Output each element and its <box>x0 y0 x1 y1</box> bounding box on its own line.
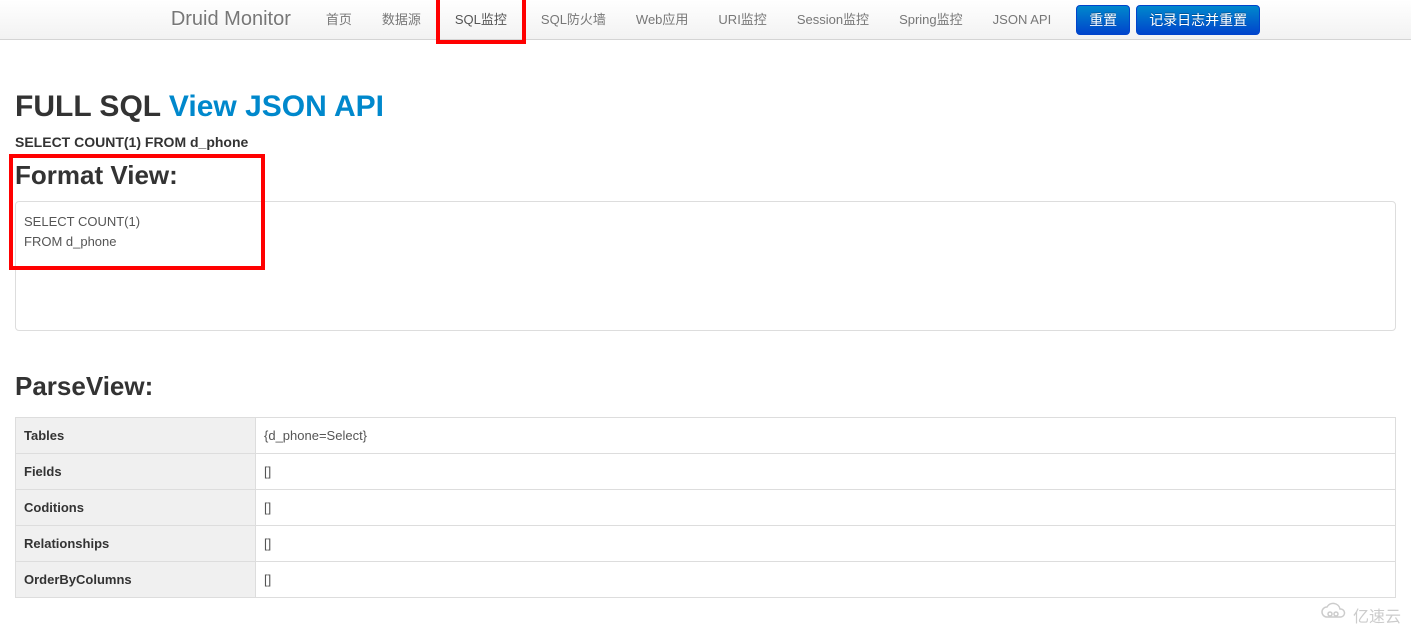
navbar: Druid Monitor 首页 数据源 SQL监控 SQL防火墙 Web应用 … <box>0 0 1411 40</box>
nav-item-spring-monitor[interactable]: Spring监控 <box>884 0 978 44</box>
table-row: Relationships [] <box>16 526 1396 562</box>
main-container: FULL SQL View JSON API SELECT COUNT(1) F… <box>0 40 1411 618</box>
full-sql-heading: FULL SQL View JSON API <box>15 90 1396 124</box>
nav-item-session-monitor[interactable]: Session监控 <box>782 0 884 44</box>
cloud-icon <box>1319 602 1349 627</box>
nav-list: 首页 数据源 SQL监控 SQL防火墙 Web应用 URI监控 Session监… <box>311 0 1066 44</box>
nav-item-sql-monitor[interactable]: SQL监控 <box>436 0 526 44</box>
nav-item-uri-monitor[interactable]: URI监控 <box>703 0 781 44</box>
reset-button[interactable]: 重置 <box>1076 5 1130 35</box>
full-sql-title: FULL SQL <box>15 90 169 123</box>
brand[interactable]: Druid Monitor <box>151 8 311 31</box>
row-value-relationships: [] <box>256 526 1396 562</box>
nav-item-datasource[interactable]: 数据源 <box>367 0 436 44</box>
nav-item-json-api[interactable]: JSON API <box>978 0 1067 44</box>
row-label-orderby: OrderByColumns <box>16 562 256 598</box>
row-value-orderby: [] <box>256 562 1396 598</box>
nav-item-home[interactable]: 首页 <box>311 0 367 44</box>
watermark: 亿速云 <box>1319 602 1401 627</box>
row-value-tables: {d_phone=Select} <box>256 418 1396 454</box>
nav-item-sql-firewall[interactable]: SQL防火墙 <box>526 0 621 44</box>
view-json-api-link[interactable]: View JSON API <box>169 90 384 123</box>
sql-statement: SELECT COUNT(1) FROM d_phone <box>15 134 1396 150</box>
watermark-text: 亿速云 <box>1353 603 1401 627</box>
parse-view-table: Tables {d_phone=Select} Fields [] Coditi… <box>15 417 1396 598</box>
row-label-tables: Tables <box>16 418 256 454</box>
format-view-content: SELECT COUNT(1) FROM d_phone <box>15 201 1396 331</box>
row-label-coditions: Coditions <box>16 490 256 526</box>
row-value-fields: [] <box>256 454 1396 490</box>
log-and-reset-button[interactable]: 记录日志并重置 <box>1136 5 1260 35</box>
row-label-relationships: Relationships <box>16 526 256 562</box>
parse-view-heading: ParseView: <box>15 371 1396 402</box>
table-row: Coditions [] <box>16 490 1396 526</box>
table-row: Tables {d_phone=Select} <box>16 418 1396 454</box>
table-row: OrderByColumns [] <box>16 562 1396 598</box>
row-label-fields: Fields <box>16 454 256 490</box>
format-view-heading: Format View: <box>15 160 1396 191</box>
table-row: Fields [] <box>16 454 1396 490</box>
row-value-coditions: [] <box>256 490 1396 526</box>
nav-item-web-app[interactable]: Web应用 <box>621 0 704 44</box>
